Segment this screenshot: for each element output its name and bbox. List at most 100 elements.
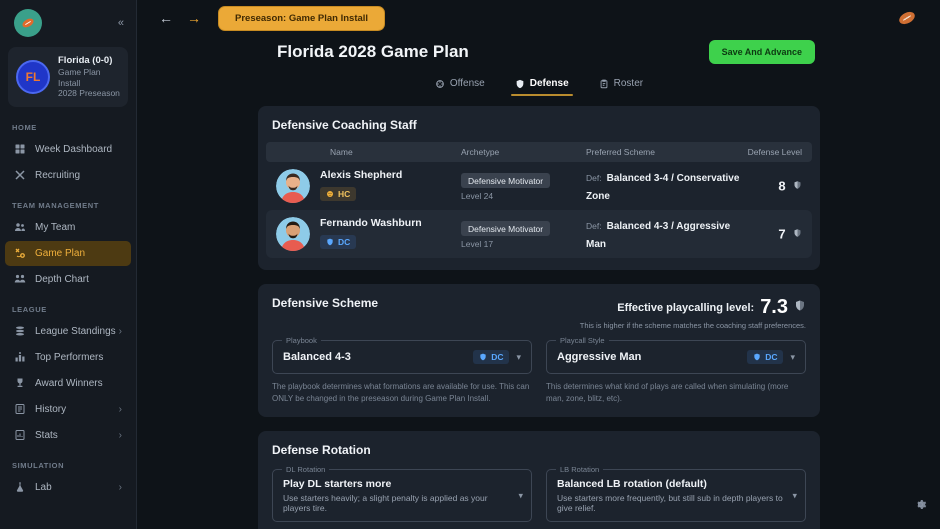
award-icon — [13, 377, 26, 390]
team-season: 2028 Preseason — [58, 88, 120, 99]
preferred-scheme: Balanced 3-4 / Conservative Zone — [586, 173, 739, 202]
shield-icon — [326, 238, 334, 246]
lb-rotation-value: Balanced LB rotation (default) — [557, 478, 783, 490]
sidebar-item-recruiting[interactable]: Recruiting — [5, 163, 131, 188]
stats-icon — [13, 429, 26, 442]
table-row[interactable]: Fernando Washburn DC Defensive Motivator… — [266, 210, 812, 258]
chevron-right-icon: › — [119, 404, 122, 415]
defense-level-value: 8 — [778, 178, 785, 193]
phase-pill-button[interactable]: Preseason: Game Plan Install — [218, 6, 385, 31]
coach-level: Level 17 — [461, 239, 586, 249]
playbook-label: Playbook — [282, 336, 321, 345]
history-icon — [13, 403, 26, 416]
headset-icon — [326, 190, 334, 198]
section-label-team-management: TEAM MANAGEMENT — [0, 189, 136, 214]
col-defense-level: Defense Level — [747, 147, 802, 157]
chevron-right-icon: › — [119, 482, 122, 493]
archetype-badge: Defensive Motivator — [461, 221, 550, 236]
depth-chart-icon — [13, 273, 26, 286]
playbook-select[interactable]: Playbook Balanced 4-3 DC ▾ — [272, 340, 532, 374]
dl-rotation-value: Play DL starters more — [283, 478, 509, 490]
back-arrow-icon[interactable]: ← — [152, 8, 180, 28]
tab-label: Defense — [530, 78, 569, 89]
sidebar-item-label: League Standings — [35, 326, 116, 337]
sidebar-item-league-standings[interactable]: League Standings › — [5, 319, 131, 344]
gear-icon[interactable] — [913, 497, 928, 517]
playcalling-level-value: 7.3 — [760, 296, 788, 319]
collapse-sidebar-icon[interactable]: « — [118, 17, 124, 29]
table-row[interactable]: Alexis Shepherd HC Defensive Motivator L… — [266, 162, 812, 210]
sidebar-item-stats[interactable]: Stats › — [5, 423, 131, 448]
playcall-style-select[interactable]: Playcall Style Aggressive Man DC ▾ — [546, 340, 806, 374]
shield-icon — [793, 177, 802, 195]
team-phase: Game Plan Install — [58, 67, 120, 88]
tab-offense[interactable]: Offense — [435, 78, 485, 94]
section-label-league: LEAGUE — [0, 293, 136, 318]
tab-label: Roster — [614, 78, 643, 89]
sidebar-item-label: Lab — [35, 482, 52, 493]
sidebar-item-game-plan[interactable]: Game Plan — [5, 241, 131, 266]
table-header: Name Archetype Preferred Scheme Defense … — [266, 142, 812, 162]
chevron-down-icon: ▾ — [792, 490, 797, 501]
performers-icon — [13, 351, 26, 364]
chevron-down-icon: ▾ — [516, 352, 521, 363]
sidebar-item-label: Top Performers — [35, 352, 103, 363]
defense-level-value: 7 — [778, 226, 785, 241]
card-title: Defensive Coaching Staff — [272, 118, 806, 132]
coach-name: Alexis Shepherd — [320, 169, 402, 181]
shield-icon — [479, 353, 487, 361]
role-badge-hc: HC — [320, 187, 356, 201]
chevron-right-icon: › — [119, 430, 122, 441]
shield-icon — [753, 353, 761, 361]
defense-rotation-card: Defense Rotation DL Rotation Play DL sta… — [258, 431, 820, 529]
sidebar-item-award-winners[interactable]: Award Winners — [5, 371, 131, 396]
forward-arrow-icon[interactable]: → — [180, 8, 208, 28]
tab-label: Offense — [450, 78, 485, 89]
standings-icon — [13, 325, 26, 338]
scheme-prefix: Def: — [586, 221, 602, 231]
sidebar-item-label: My Team — [35, 222, 75, 233]
section-label-home: HOME — [0, 111, 136, 136]
sidebar-item-depth-chart[interactable]: Depth Chart — [5, 267, 131, 292]
coach-avatar — [276, 169, 310, 203]
tab-defense[interactable]: Defense — [515, 78, 569, 94]
sidebar-item-my-team[interactable]: My Team — [5, 215, 131, 240]
coach-name: Fernando Washburn — [320, 217, 422, 229]
sidebar-item-week-dashboard[interactable]: Week Dashboard — [5, 137, 131, 162]
playcall-style-value: Aggressive Man — [557, 351, 641, 363]
role-badge-dc: DC — [747, 350, 783, 364]
coach-level: Level 24 — [461, 191, 586, 201]
sidebar-item-label: Recruiting — [35, 170, 80, 181]
lb-rotation-select[interactable]: LB Rotation Balanced LB rotation (defaul… — [546, 469, 806, 522]
lb-rotation-label: LB Rotation — [556, 465, 603, 474]
defensive-scheme-card: Defensive Scheme Effective playcalling l… — [258, 284, 820, 417]
dl-rotation-desc: Use starters heavily; a slight penalty i… — [283, 493, 509, 513]
dl-rotation-select[interactable]: DL Rotation Play DL starters more Use st… — [272, 469, 532, 522]
role-badge-dc: DC — [320, 235, 356, 249]
team-name: Florida (0-0) — [58, 55, 120, 67]
team-icon — [13, 221, 26, 234]
col-preferred-scheme: Preferred Scheme — [586, 147, 747, 157]
sidebar-item-label: Stats — [35, 430, 58, 441]
sidebar-item-top-performers[interactable]: Top Performers — [5, 345, 131, 370]
lb-rotation-desc: Use starters more frequently, but still … — [557, 493, 783, 513]
sidebar-item-history[interactable]: History › — [5, 397, 131, 422]
football-icon[interactable] — [896, 7, 918, 29]
tab-roster[interactable]: Roster — [599, 78, 643, 94]
preferred-scheme: Balanced 4-3 / Aggressive Man — [586, 221, 730, 250]
team-card[interactable]: FL Florida (0-0) Game Plan Install 2028 … — [8, 47, 128, 107]
role-badge-dc: DC — [473, 350, 509, 364]
chevron-right-icon: › — [119, 326, 122, 337]
offense-tab-icon — [435, 79, 445, 89]
playbook-help: The playbook determines what formations … — [272, 381, 532, 405]
sidebar-item-lab[interactable]: Lab › — [5, 475, 131, 500]
recruiting-icon — [13, 169, 26, 182]
playcall-style-label: Playcall Style — [556, 336, 609, 345]
playcalling-level-label: Effective playcalling level: — [617, 302, 754, 314]
sidebar-item-label: History — [35, 404, 66, 415]
tab-bar: Offense Defense Roster — [138, 78, 940, 94]
save-and-advance-button[interactable]: Save And Advance — [709, 40, 815, 64]
playcalling-note: This is higher if the scheme matches the… — [580, 321, 806, 330]
app-logo-icon[interactable] — [14, 9, 42, 37]
scheme-prefix: Def: — [586, 173, 602, 183]
